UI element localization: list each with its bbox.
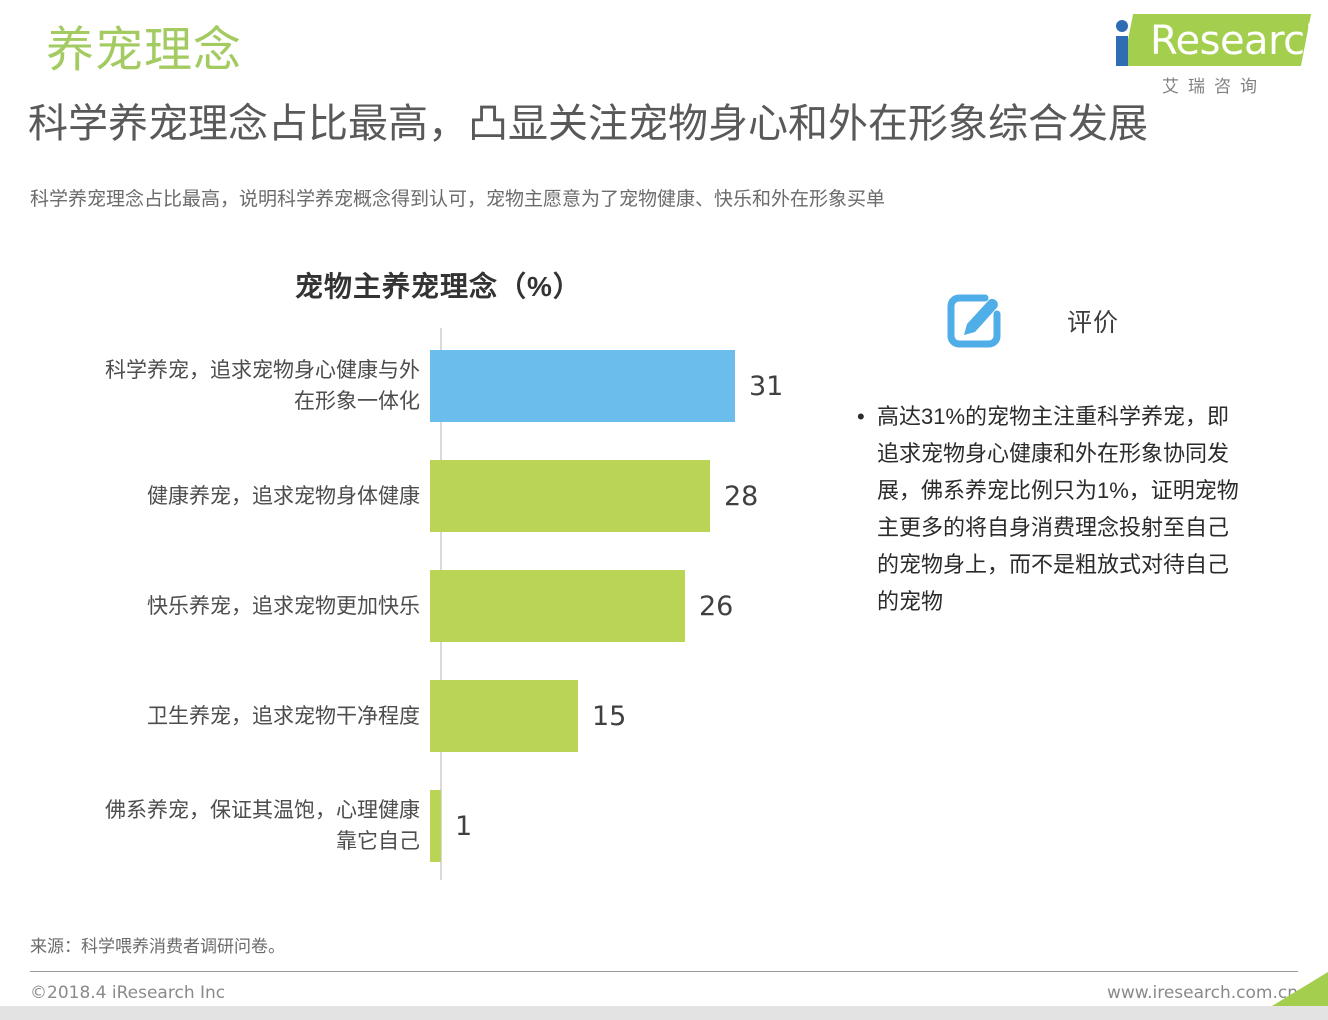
bar-category-label-line: 快乐养宠，追求宠物更加快乐 bbox=[147, 594, 420, 618]
bar-category-label-line: 卫生养宠，追求宠物干净程度 bbox=[147, 704, 420, 728]
website-url[interactable]: www.iresearch.com.cn bbox=[1107, 983, 1298, 1003]
slide-canvas: Research 艾瑞咨询 养宠理念 科学养宠理念占比最高，凸显关注宠物身心和外… bbox=[0, 0, 1328, 1020]
bar-value-label: 31 bbox=[749, 370, 784, 402]
bar-segment[interactable] bbox=[430, 570, 685, 642]
bar-category-label-line: 健康养宠，追求宠物身体健康 bbox=[147, 484, 420, 508]
logo-wordmark: Research bbox=[1150, 18, 1328, 64]
bar-track: 26 bbox=[430, 570, 820, 642]
bar-category-label: 快乐养宠，追求宠物更加快乐 bbox=[30, 591, 430, 622]
commentary-body: • 高达31%的宠物主注重科学养宠，即追求宠物身心健康和外在形象协同发展，佛系养… bbox=[845, 398, 1315, 620]
bar-category-label: 卫生养宠，追求宠物干净程度 bbox=[30, 701, 430, 732]
bar-category-label: 健康养宠，追求宠物身体健康 bbox=[30, 481, 430, 512]
bar-track: 1 bbox=[430, 790, 820, 862]
logo-i-stem bbox=[1116, 36, 1128, 66]
bar-value-label: 1 bbox=[455, 810, 473, 842]
bar-segment[interactable] bbox=[430, 350, 735, 422]
edit-note-icon bbox=[945, 292, 1003, 350]
bar-category-label-line: 科学养宠，追求宠物身心健康与外 bbox=[105, 359, 420, 382]
bar-category-label: 科学养宠，追求宠物身心健康与外 在形象一体化 bbox=[30, 355, 430, 417]
bar-row: 科学养宠，追求宠物身心健康与外 在形象一体化 31 bbox=[30, 350, 820, 422]
bar-row: 健康养宠，追求宠物身体健康 28 bbox=[30, 460, 820, 532]
bar-row: 佛系养宠，保证其温饱，心理健康 靠它自己 1 bbox=[30, 790, 820, 862]
bar-track: 15 bbox=[430, 680, 820, 752]
chart-title: 宠物主养宠理念（%） bbox=[295, 271, 582, 302]
bar-track: 28 bbox=[430, 460, 820, 532]
logo-chinese-name: 艾瑞咨询 bbox=[1162, 77, 1266, 96]
iresearch-logo: Research 艾瑞咨询 bbox=[1088, 12, 1328, 104]
bar-segment[interactable] bbox=[430, 680, 578, 752]
commentary-title: 评价 bbox=[1067, 309, 1120, 337]
bar-category-label: 佛系养宠，保证其温饱，心理健康 靠它自己 bbox=[30, 795, 430, 857]
bar-segment[interactable] bbox=[430, 460, 710, 532]
commentary-panel: 评价 • 高达31%的宠物主注重科学养宠，即追求宠物身心健康和外在形象协同发展，… bbox=[845, 292, 1315, 620]
logo-mark: Research bbox=[1088, 12, 1328, 70]
source-note: 来源：科学喂养消费者调研问卷。 bbox=[30, 937, 285, 956]
bar-value-label: 26 bbox=[699, 590, 734, 622]
bar-category-label-line: 佛系养宠，保证其温饱，心理健康 bbox=[105, 799, 420, 822]
commentary-header: 评价 bbox=[845, 292, 1315, 350]
bullet-icon: • bbox=[857, 404, 865, 429]
bottom-strip bbox=[0, 1006, 1328, 1020]
page-title: 科学养宠理念占比最高，凸显关注宠物身心和外在形象综合发展 bbox=[28, 102, 1148, 146]
footer-divider bbox=[30, 971, 1298, 972]
bar-track: 31 bbox=[430, 350, 820, 422]
bar-chart: 科学养宠，追求宠物身心健康与外 在形象一体化 31 健康养宠，追求宠物身体健康 … bbox=[30, 328, 820, 880]
bar-row: 快乐养宠，追求宠物更加快乐 26 bbox=[30, 570, 820, 642]
bar-category-label-line: 靠它自己 bbox=[336, 830, 420, 853]
page-subtitle: 科学养宠理念占比最高，说明科学养宠概念得到认可，宠物主愿意为了宠物健康、快乐和外… bbox=[30, 189, 886, 210]
commentary-text: 高达31%的宠物主注重科学养宠，即追求宠物身心健康和外在形象协同发展，佛系养宠比… bbox=[877, 404, 1239, 614]
copyright-text: ©2018.4 iResearch Inc bbox=[30, 983, 226, 1003]
section-kicker: 养宠理念 bbox=[46, 24, 243, 77]
bar-row: 卫生养宠，追求宠物干净程度 15 bbox=[30, 680, 820, 752]
corner-accent-triangle bbox=[1272, 972, 1328, 1006]
bar-category-label-line: 在形象一体化 bbox=[294, 390, 420, 413]
logo-i-dot bbox=[1116, 20, 1128, 32]
bar-value-label: 28 bbox=[724, 480, 759, 512]
bar-value-label: 15 bbox=[592, 700, 627, 732]
bar-segment[interactable] bbox=[430, 790, 441, 862]
